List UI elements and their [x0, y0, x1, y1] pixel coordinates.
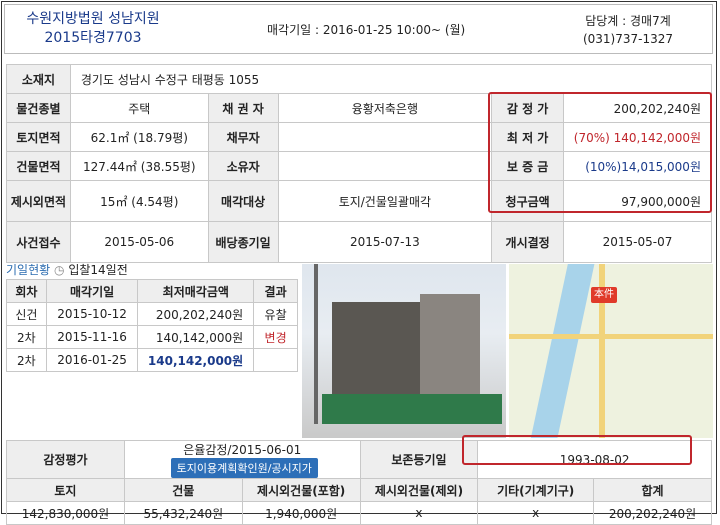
start-value: 2015-05-07	[563, 221, 712, 263]
breakdown-value: x	[477, 501, 595, 525]
owner-label: 소유자	[207, 151, 279, 181]
dividend-label: 배당종기일	[207, 221, 279, 263]
case-date-label: 사건접수	[6, 221, 71, 263]
round-cell: 신건	[6, 302, 47, 326]
debtor-value	[277, 122, 493, 152]
case-header: 수원지방법원 성남지원 2015타경7703 매각기일 : 2016-01-25…	[4, 4, 713, 54]
breakdown-value: 142,830,000원	[6, 501, 125, 525]
creditor-value: 융황저축은행	[277, 93, 493, 123]
department: 담당계 : 경매7계	[585, 14, 671, 28]
breakdown-header: 기타(기계기구)	[477, 478, 595, 502]
breakdown-value: x	[359, 501, 479, 525]
appraisal-label: 감정평가	[6, 440, 125, 479]
type-label: 물건종별	[6, 93, 71, 123]
price-cell: 140,142,000원	[137, 348, 255, 372]
result-cell: 변경	[253, 325, 298, 349]
history-header: 회차	[6, 279, 47, 303]
land-plan-button[interactable]: 토지이용계획확인원/공시지가	[170, 458, 318, 478]
breakdown-header: 건물	[123, 478, 243, 502]
appraiser: 은율감정/2015-06-01	[183, 443, 302, 457]
price-cell: 140,142,000원	[137, 325, 255, 349]
registration-label: 보존등기일	[359, 440, 479, 479]
fence-wall	[322, 394, 502, 424]
building-area-label: 건물면적	[6, 151, 71, 181]
appraisal-info: 은율감정/2015-06-01토지이용계획확인원/공시지가	[123, 440, 361, 479]
property-photo[interactable]	[302, 264, 506, 438]
sale-target-label: 매각대상	[207, 180, 279, 222]
breakdown-value: 200,202,240원	[593, 501, 712, 525]
case-date-value: 2015-05-06	[69, 221, 209, 263]
history-header: 결과	[253, 279, 298, 303]
breakdown-value: 1,940,000원	[241, 501, 361, 525]
highlight-box-prices	[488, 92, 712, 213]
date-cell: 2016-01-25	[45, 348, 139, 372]
land-area-value: 62.1㎡ (18.79평)	[69, 122, 209, 152]
sale-date: 매각기일 : 2016-01-25 10:00~ (월)	[267, 23, 466, 37]
location-pin: 本件	[591, 287, 617, 303]
debtor-label: 채무자	[207, 122, 279, 152]
court-info: 수원지방법원 성남지원 2015타경7703	[13, 10, 173, 48]
utility-pole	[314, 264, 318, 424]
table-row: 2차 2015-11-16 140,142,000원 변경	[6, 325, 298, 349]
court-name: 수원지방법원 성남지원	[26, 11, 160, 27]
bid-countdown: 입찰14일전	[68, 263, 128, 277]
breakdown-header: 제시외건물(포함)	[241, 478, 361, 502]
owner-value	[277, 151, 493, 181]
status-line: 기일현황 ◷ 입찰14일전	[6, 261, 128, 278]
history-header: 최저매각금액	[137, 279, 255, 303]
result-cell	[253, 348, 298, 372]
river	[528, 264, 596, 438]
round-cell: 2차	[6, 325, 47, 349]
excluded-area-label: 제시외면적	[6, 180, 71, 222]
breakdown-value: 55,432,240원	[123, 501, 243, 525]
clock-icon: ◷	[54, 263, 65, 277]
dividend-value: 2015-07-13	[277, 221, 493, 263]
breakdown-header: 토지	[6, 478, 125, 502]
location-label: 소재지	[6, 64, 71, 94]
contact-info: 담당계 : 경매7계 (031)737-1327	[558, 12, 698, 48]
case-number: 2015타경7703	[44, 30, 142, 46]
status-title[interactable]: 기일현황	[6, 263, 50, 277]
breakdown-header: 제시외건물(제외)	[359, 478, 479, 502]
history-table: 회차 매각기일 최저매각금액 결과 신건 2015-10-12 200,202,…	[6, 279, 298, 372]
price-cell: 200,202,240원	[137, 302, 255, 326]
table-row: 신건 2015-10-12 200,202,240원 유찰	[6, 302, 298, 326]
excluded-area-value: 15㎡ (4.54평)	[69, 180, 209, 222]
start-label: 개시결정	[491, 221, 565, 263]
highlight-box-registration	[462, 435, 692, 465]
phone: (031)737-1327	[582, 32, 674, 46]
type-value: 주택	[69, 93, 209, 123]
breakdown-header: 합계	[593, 478, 712, 502]
table-row: 2차 2016-01-25 140,142,000원	[6, 348, 298, 372]
road	[509, 334, 713, 339]
history-header: 매각기일	[45, 279, 139, 303]
date-cell: 2015-10-12	[45, 302, 139, 326]
location-value: 경기도 성남시 수정구 태평동 1055	[69, 64, 713, 94]
round-cell: 2차	[6, 348, 47, 372]
location-map[interactable]: 本件	[509, 264, 713, 438]
date-cell: 2015-11-16	[45, 325, 139, 349]
building-area-value: 127.44㎡ (38.55평)	[69, 151, 209, 181]
result-cell: 유찰	[253, 302, 298, 326]
sale-target-value: 토지/건물일괄매각	[277, 180, 493, 222]
land-area-label: 토지면적	[6, 122, 71, 152]
creditor-label: 채 권 자	[207, 93, 279, 123]
